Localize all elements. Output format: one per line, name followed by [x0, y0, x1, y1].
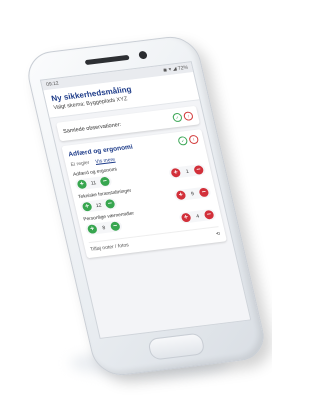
unsafe-plus-button[interactable]: + [175, 190, 187, 201]
tab-rules[interactable]: Ei regler [70, 160, 90, 168]
tab-view-more[interactable]: Vis mere [95, 157, 116, 165]
unsafe-count: 9 [190, 190, 195, 197]
behavior-status-icons: ✓ ! [177, 134, 200, 146]
notes-label: Tilføj noter / fotos [89, 242, 130, 253]
safe-count: 11 [90, 179, 97, 187]
safe-count: 12 [95, 202, 103, 209]
safe-status-icon: ✓ [177, 135, 189, 146]
unsafe-counter: + 9 − [173, 186, 212, 202]
unsafe-minus-button[interactable]: − [203, 209, 215, 220]
safe-minus-button[interactable]: − [104, 198, 116, 209]
status-time: 09:12 [45, 80, 60, 88]
observation-status-icons: ✓ ! [171, 111, 194, 123]
unsafe-plus-button[interactable]: + [180, 212, 192, 223]
unsafe-count: 4 [195, 213, 200, 220]
safe-status-icon: ✓ [171, 112, 183, 123]
safe-counter: + 8 − [84, 220, 124, 236]
unsafe-status-icon: ! [182, 111, 194, 122]
unsafe-counter: + 4 − [178, 208, 217, 224]
safe-plus-button[interactable]: + [81, 201, 93, 212]
safe-plus-button[interactable]: + [76, 179, 88, 190]
phone-mockup-scene: 09:12 ◉ ▾ ◢ 72% Ny sikkerhedsmåling Valg… [0, 0, 272, 401]
speaker-grille [84, 54, 130, 66]
unsafe-minus-button[interactable]: − [198, 187, 210, 198]
unsafe-counter: + 1 − [168, 163, 207, 179]
unsafe-plus-button[interactable]: + [170, 167, 182, 178]
unsafe-minus-button[interactable]: − [193, 165, 205, 175]
history-icon[interactable]: ⟲ [215, 231, 221, 237]
app-screen: 09:12 ◉ ▾ ◢ 72% Ny sikkerhedsmåling Valg… [39, 61, 252, 339]
front-camera [138, 50, 148, 60]
safe-counter: + 12 − [79, 197, 118, 213]
safe-plus-button[interactable]: + [86, 224, 98, 235]
home-button[interactable] [146, 332, 206, 361]
unsafe-count: 1 [185, 168, 190, 175]
phone-device: 09:12 ◉ ▾ ◢ 72% Ny sikkerhedsmåling Valg… [22, 33, 270, 379]
safe-counter: + 11 − [74, 175, 113, 191]
observations-label: Samlede observationer: [62, 121, 122, 135]
safe-count: 8 [101, 224, 106, 231]
unsafe-status-icon: ! [188, 134, 200, 145]
safe-minus-button[interactable]: − [109, 221, 121, 232]
safe-minus-button[interactable]: − [99, 176, 111, 187]
behavior-card: Adfærd og ergonomi ✓ ! Ei regler Vis mer… [61, 129, 227, 259]
